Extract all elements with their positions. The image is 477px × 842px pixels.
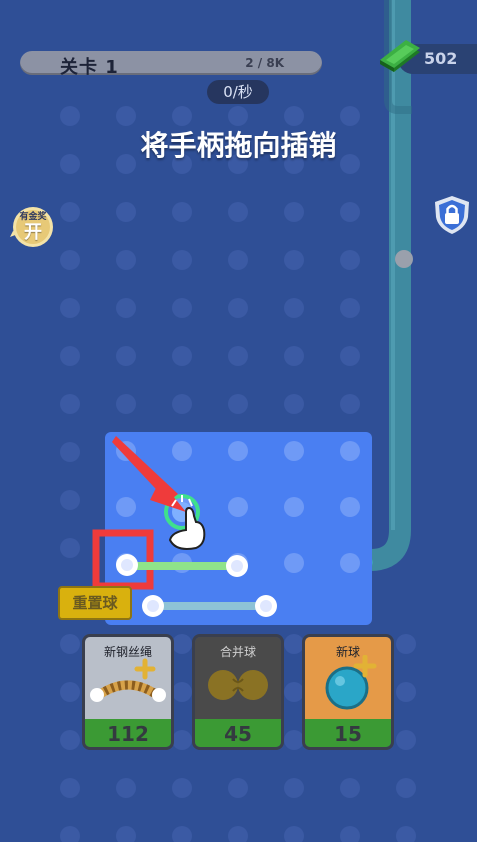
board-peg[interactable] — [116, 497, 136, 517]
board-peg[interactable] — [340, 553, 360, 573]
card-cost: 45 — [224, 722, 252, 746]
card-merge-balls[interactable]: 合并球 45 — [192, 634, 284, 750]
board-peg[interactable] — [228, 497, 248, 517]
card-top: 新球 — [305, 637, 391, 719]
board-peg[interactable] — [284, 553, 304, 573]
new-ball-icon — [325, 655, 377, 710]
board-peg[interactable] — [340, 441, 360, 461]
card-top: 新钢丝绳 — [85, 637, 171, 719]
blue-rope[interactable] — [142, 595, 277, 617]
merge-balls-icon — [208, 670, 268, 700]
board-peg[interactable] — [284, 441, 304, 461]
board-peg[interactable] — [340, 497, 360, 517]
reset-balls-button[interactable]: 重置球 — [58, 586, 132, 620]
board-peg[interactable] — [284, 497, 304, 517]
card-cost: 15 — [334, 722, 362, 746]
board-peg[interactable] — [172, 441, 192, 461]
card-new-ball[interactable]: 新球 15 — [302, 634, 394, 750]
rope-icon — [90, 658, 166, 702]
card-footer: 45 — [195, 719, 281, 747]
board-peg[interactable] — [228, 441, 248, 461]
card-new-rope[interactable]: 新钢丝绳 112 — [82, 634, 174, 750]
card-cost: 112 — [107, 722, 149, 746]
card-top: 合并球 — [195, 637, 281, 719]
card-footer: 15 — [305, 719, 391, 747]
card-footer: 112 — [85, 719, 171, 747]
